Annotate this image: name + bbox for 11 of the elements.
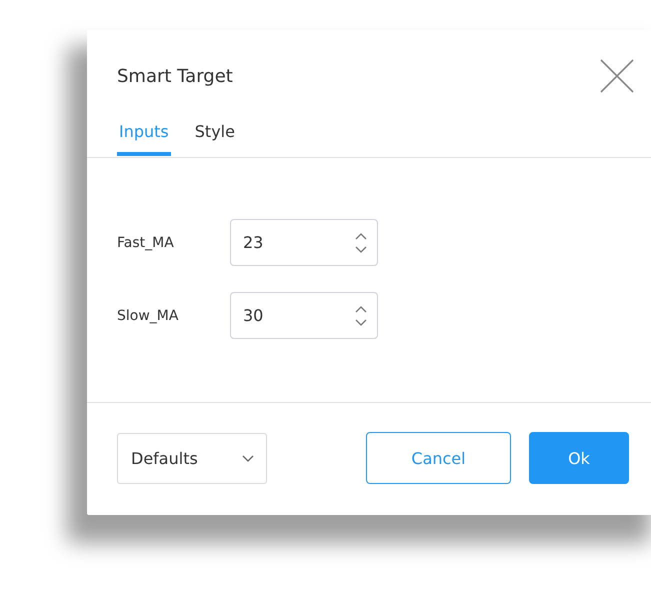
field-label: Slow_MA [117,308,180,324]
dialog-title: Smart Target [117,66,233,86]
defaults-dropdown[interactable]: Defaults [117,432,267,484]
number-field[interactable]: 23 [230,219,378,266]
stepper-icon [355,306,367,326]
stepper-icon [355,232,367,252]
field-label: Fast_MA [117,234,175,250]
number-field[interactable]: 30 [230,292,378,339]
caret-icon [242,454,254,462]
close-icon [599,58,635,94]
tab[interactable]: Style [192,122,237,156]
